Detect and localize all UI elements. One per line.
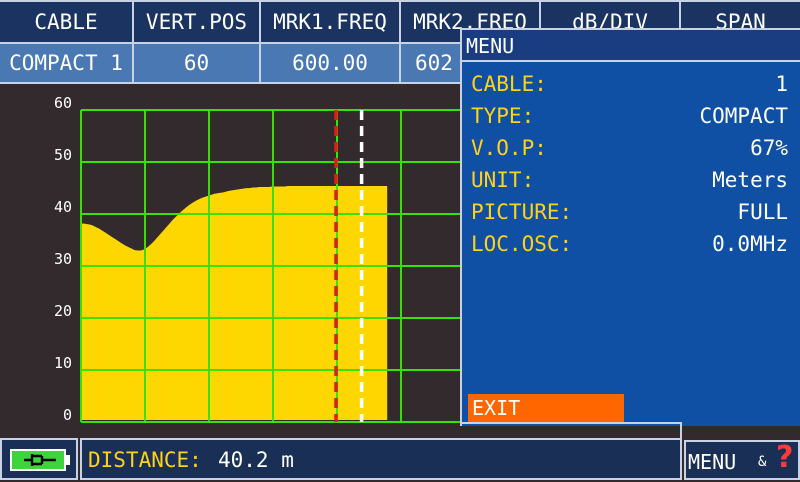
menu-item-unit[interactable]: UNIT: Meters xyxy=(462,164,800,196)
menu-help-button[interactable]: MENU & ? xyxy=(684,440,800,480)
menu-item-cable[interactable]: CABLE: 1 xyxy=(462,68,800,100)
menu-side-edge xyxy=(680,422,682,438)
y-tick-label: 20 xyxy=(53,302,72,320)
menu-item-value: 1 xyxy=(775,72,788,96)
menu-item-label: PICTURE: xyxy=(471,200,573,224)
y-tick-label: 50 xyxy=(53,146,72,164)
battery-indicator xyxy=(0,438,78,480)
menu-item-label: V.O.P: xyxy=(471,136,547,160)
y-tick-label: 10 xyxy=(53,354,72,372)
menu-title: MENU xyxy=(462,30,800,62)
menu-item-type[interactable]: TYPE: COMPACT xyxy=(462,100,800,132)
menu-item-value: COMPACT xyxy=(699,104,788,128)
distance-label: DISTANCE: xyxy=(88,448,202,472)
y-tick-label: 60 xyxy=(53,94,72,112)
menu-button-amp: & xyxy=(758,454,767,470)
header-title-cable[interactable]: CABLE xyxy=(0,2,134,42)
menu-item-value: Meters xyxy=(712,168,788,192)
header-title-mrk1-freq[interactable]: MRK1.FREQ xyxy=(261,2,401,42)
menu-item-label: LOC.OSC: xyxy=(471,232,573,256)
battery-icon xyxy=(10,449,70,471)
trace-area xyxy=(80,186,388,420)
header-value-vert-pos[interactable]: 60 xyxy=(134,44,261,82)
menu-item-label: UNIT: xyxy=(471,168,535,192)
menu-bottom-edge xyxy=(460,422,682,424)
menu-item-value: 67% xyxy=(750,136,788,160)
help-icon: ? xyxy=(776,440,794,475)
header-value-mrk1-freq[interactable]: 600.00 xyxy=(261,44,401,82)
header-value-cable[interactable]: COMPACT 1 xyxy=(0,44,134,82)
menu-panel: MENU CABLE: 1 TYPE: COMPACT V.O.P: 67% U… xyxy=(460,28,800,426)
menu-item-value: FULL xyxy=(737,200,788,224)
y-tick-label: 40 xyxy=(53,198,72,216)
exit-button[interactable]: EXIT xyxy=(468,394,624,422)
menu-item-loc-osc[interactable]: LOC.OSC: 0.0MHz xyxy=(462,228,800,260)
menu-item-label: CABLE: xyxy=(471,72,547,96)
y-tick-label: 0 xyxy=(62,406,72,424)
menu-item-value: 0.0MHz xyxy=(712,232,788,256)
y-tick-label: 30 xyxy=(53,250,72,268)
header-title-vert-pos[interactable]: VERT.POS xyxy=(134,2,261,42)
menu-item-picture[interactable]: PICTURE: FULL xyxy=(462,196,800,228)
distance-value: 40.2 m xyxy=(218,448,294,472)
menu-button-label: MENU xyxy=(688,450,737,474)
distance-readout: DISTANCE: 40.2 m xyxy=(80,438,682,480)
menu-item-vop[interactable]: V.O.P: 67% xyxy=(462,132,800,164)
trace-plot[interactable] xyxy=(80,108,470,424)
menu-item-label: TYPE: xyxy=(471,104,535,128)
